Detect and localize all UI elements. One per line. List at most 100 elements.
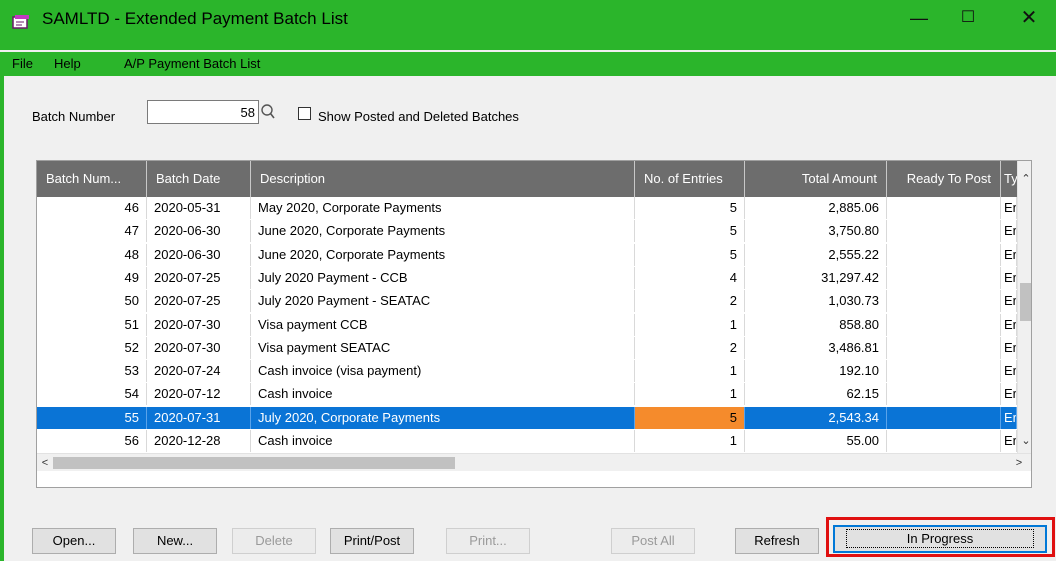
cell-date: 2020-07-30 xyxy=(147,313,251,336)
cell-desc: Cash invoice xyxy=(251,383,635,406)
cell-type: Er xyxy=(1001,290,1017,313)
cell-type: Er xyxy=(1001,430,1017,452)
col-description[interactable]: Description xyxy=(251,161,635,197)
print-post-button[interactable]: Print/Post xyxy=(330,528,414,554)
cell-num: 55 xyxy=(37,406,147,429)
horizontal-scroll-thumb[interactable] xyxy=(53,457,455,469)
cell-ready xyxy=(887,290,1001,313)
table-row[interactable]: 54 2020-07-12 Cash invoice 1 62.15 Er xyxy=(37,383,1017,406)
cell-ready xyxy=(887,197,1001,219)
in-progress-label: In Progress xyxy=(845,529,1035,548)
cell-num: 49 xyxy=(37,266,147,289)
cell-desc: July 2020, Corporate Payments xyxy=(251,406,635,429)
maximize-icon[interactable]: ☐ xyxy=(945,4,991,32)
cell-date: 2020-07-12 xyxy=(147,383,251,406)
table-row[interactable]: 55 2020-07-31 July 2020, Corporate Payment… xyxy=(37,406,1017,429)
open-button[interactable]: Open... xyxy=(32,528,116,554)
menu-help[interactable]: Help xyxy=(54,56,81,72)
title-bar: SAMLTD - Extended Payment Batch List — ☐… xyxy=(0,0,1056,50)
menu-screen-title: A/P Payment Batch List xyxy=(124,56,261,71)
refresh-button[interactable]: Refresh xyxy=(735,528,819,554)
post-all-button[interactable]: Post All xyxy=(611,528,695,554)
cell-desc: May 2020, Corporate Payments xyxy=(251,197,635,219)
in-progress-button[interactable]: In Progress xyxy=(833,525,1047,553)
col-batch-number[interactable]: Batch Num... xyxy=(37,161,147,197)
menu-file[interactable]: File xyxy=(12,56,33,72)
cell-type: Er xyxy=(1001,243,1017,266)
cell-entries: 1 xyxy=(635,383,745,406)
show-posted-label: Show Posted and Deleted Batches xyxy=(318,109,519,124)
col-total-amount[interactable]: Total Amount xyxy=(745,161,887,197)
cell-num: 46 xyxy=(37,197,147,219)
cell-ready xyxy=(887,406,1001,429)
cell-entries: 2 xyxy=(635,336,745,359)
window-title: SAMLTD - Extended Payment Batch List xyxy=(42,9,348,28)
cell-type: Er xyxy=(1001,266,1017,289)
table-row[interactable]: 50 2020-07-25 July 2020 Payment - SEATAC 2 1… xyxy=(37,290,1017,313)
vertical-scrollbar[interactable]: ⌃ ⌄ xyxy=(1017,161,1031,453)
cell-date: 2020-07-25 xyxy=(147,266,251,289)
cell-ready xyxy=(887,430,1001,452)
table-row[interactable]: 56 2020-12-28 Cash invoice 1 55.00 Er xyxy=(37,430,1017,452)
table-row[interactable]: 46 2020-05-31 May 2020, Corporate Payments… xyxy=(37,197,1017,219)
show-posted-checkbox[interactable] xyxy=(298,107,311,120)
cell-num: 50 xyxy=(37,290,147,313)
scroll-left-icon[interactable]: < xyxy=(37,455,53,471)
cell-num: 51 xyxy=(37,313,147,336)
cell-type: Er xyxy=(1001,336,1017,359)
cell-num: 48 xyxy=(37,243,147,266)
cell-ready xyxy=(887,383,1001,406)
app-icon xyxy=(12,15,29,29)
table-row[interactable]: 47 2020-06-30 June 2020, Corporate Payment… xyxy=(37,220,1017,243)
minimize-icon[interactable]: — xyxy=(896,4,942,32)
scroll-up-icon[interactable]: ⌃ xyxy=(1018,171,1031,187)
col-entries[interactable]: No. of Entries xyxy=(635,161,745,197)
finder-search-icon[interactable] xyxy=(260,103,276,121)
cell-desc: Cash invoice xyxy=(251,430,635,452)
cell-amount: 858.80 xyxy=(745,313,887,336)
cell-ready xyxy=(887,336,1001,359)
batch-number-label: Batch Number xyxy=(32,109,116,124)
print-button[interactable]: Print... xyxy=(446,528,530,554)
cell-date: 2020-06-30 xyxy=(147,220,251,243)
batch-grid[interactable]: Batch Num... Batch Date Description No. … xyxy=(36,160,1032,488)
cell-amount: 3,750.80 xyxy=(745,220,887,243)
table-row[interactable]: 52 2020-07-30 Visa payment SEATAC 2 3,486.81… xyxy=(37,336,1017,359)
cell-entries: 5 xyxy=(635,220,745,243)
cell-amount: 62.15 xyxy=(745,383,887,406)
table-row[interactable]: 49 2020-07-25 July 2020 Payment - CCB 4 31,2… xyxy=(37,266,1017,289)
cell-num: 47 xyxy=(37,220,147,243)
col-ready-to-post[interactable]: Ready To Post xyxy=(887,161,1001,197)
cell-date: 2020-05-31 xyxy=(147,197,251,219)
scroll-down-icon[interactable]: ⌄ xyxy=(1018,433,1031,449)
cell-type: Er xyxy=(1001,406,1017,429)
cell-entries: 1 xyxy=(635,360,745,383)
close-icon[interactable]: ✕ xyxy=(1006,4,1052,32)
cell-type: Er xyxy=(1001,360,1017,383)
cell-ready xyxy=(887,243,1001,266)
cell-type: Er xyxy=(1001,220,1017,243)
horizontal-scrollbar[interactable]: < > xyxy=(37,453,1031,471)
main-panel: Batch Number Show Posted and Deleted Bat… xyxy=(4,76,1056,561)
table-row[interactable]: 53 2020-07-24 Cash invoice (visa payment) 1… xyxy=(37,360,1017,383)
cell-entries: 4 xyxy=(635,266,745,289)
scroll-right-icon[interactable]: > xyxy=(1011,455,1027,471)
batch-number-input[interactable] xyxy=(147,100,259,124)
cell-desc: June 2020, Corporate Payments xyxy=(251,243,635,266)
vertical-scroll-thumb[interactable] xyxy=(1020,283,1031,321)
cell-ready xyxy=(887,313,1001,336)
col-batch-date[interactable]: Batch Date xyxy=(147,161,251,197)
cell-desc: Visa payment CCB xyxy=(251,313,635,336)
grid-header: Batch Num... Batch Date Description No. … xyxy=(37,161,1021,197)
cell-amount: 2,543.34 xyxy=(745,406,887,429)
new-button[interactable]: New... xyxy=(133,528,217,554)
delete-button[interactable]: Delete xyxy=(232,528,316,554)
menu-bar: File Help A/P Payment Batch List xyxy=(0,52,1056,76)
cell-amount: 31,297.42 xyxy=(745,266,887,289)
table-row[interactable]: 48 2020-06-30 June 2020, Corporate Payment… xyxy=(37,243,1017,266)
cell-entries: 1 xyxy=(635,313,745,336)
table-row[interactable]: 51 2020-07-30 Visa payment CCB 1 858.80 Er xyxy=(37,313,1017,336)
cell-date: 2020-07-25 xyxy=(147,290,251,313)
cell-num: 53 xyxy=(37,360,147,383)
cell-ready xyxy=(887,360,1001,383)
